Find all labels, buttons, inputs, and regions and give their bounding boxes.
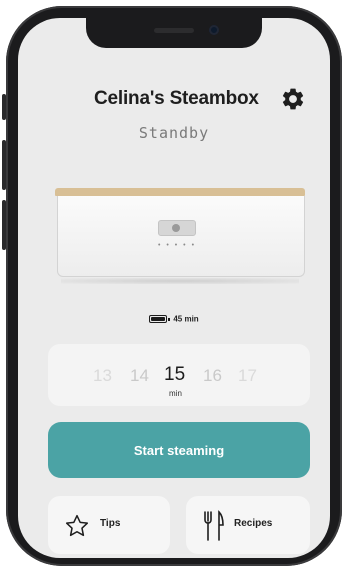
picker-option[interactable]: 17 bbox=[238, 366, 257, 386]
steambox-device-image: • • • • • bbox=[55, 188, 305, 284]
battery-level-fill bbox=[151, 316, 165, 321]
device-body: • • • • • bbox=[57, 196, 305, 277]
picker-unit-label: min bbox=[169, 389, 182, 398]
phone-volume-up bbox=[2, 140, 6, 190]
device-indicator-dots: • • • • • bbox=[158, 242, 197, 249]
recipes-label: Recipes bbox=[234, 518, 273, 529]
device-shadow bbox=[61, 278, 299, 284]
picker-selected-value[interactable]: 15 bbox=[164, 364, 185, 386]
picker-option[interactable]: 14 bbox=[130, 366, 149, 386]
battery-icon bbox=[149, 314, 171, 323]
recipes-button[interactable]: Recipes bbox=[186, 496, 310, 554]
app-screen: Celina's Steambox Standby • • • • • 45 m… bbox=[18, 18, 330, 558]
front-camera bbox=[209, 25, 219, 35]
picker-option[interactable]: 13 bbox=[93, 366, 112, 386]
phone-side-switch bbox=[2, 94, 6, 120]
phone-volume-down bbox=[2, 200, 6, 250]
device-control-panel bbox=[158, 220, 196, 236]
device-lid bbox=[55, 188, 305, 196]
start-steaming-button[interactable]: Start steaming bbox=[48, 422, 310, 478]
battery-remaining: 45 min bbox=[173, 314, 199, 324]
tips-label: Tips bbox=[100, 518, 121, 529]
earpiece-speaker bbox=[154, 28, 194, 33]
notch bbox=[86, 18, 262, 48]
gear-icon[interactable] bbox=[280, 86, 306, 112]
picker-option[interactable]: 16 bbox=[203, 366, 222, 386]
start-steaming-label: Start steaming bbox=[133, 442, 225, 458]
status-text: Standby bbox=[138, 124, 210, 142]
battery-status: 45 min bbox=[18, 314, 330, 323]
star-outline-icon bbox=[65, 514, 89, 537]
duration-picker[interactable]: 13 14 15 16 17 min bbox=[48, 344, 310, 406]
tips-button[interactable]: Tips bbox=[48, 496, 170, 554]
fork-knife-icon bbox=[204, 510, 224, 541]
page-title: Celina's Steambox bbox=[94, 88, 259, 109]
